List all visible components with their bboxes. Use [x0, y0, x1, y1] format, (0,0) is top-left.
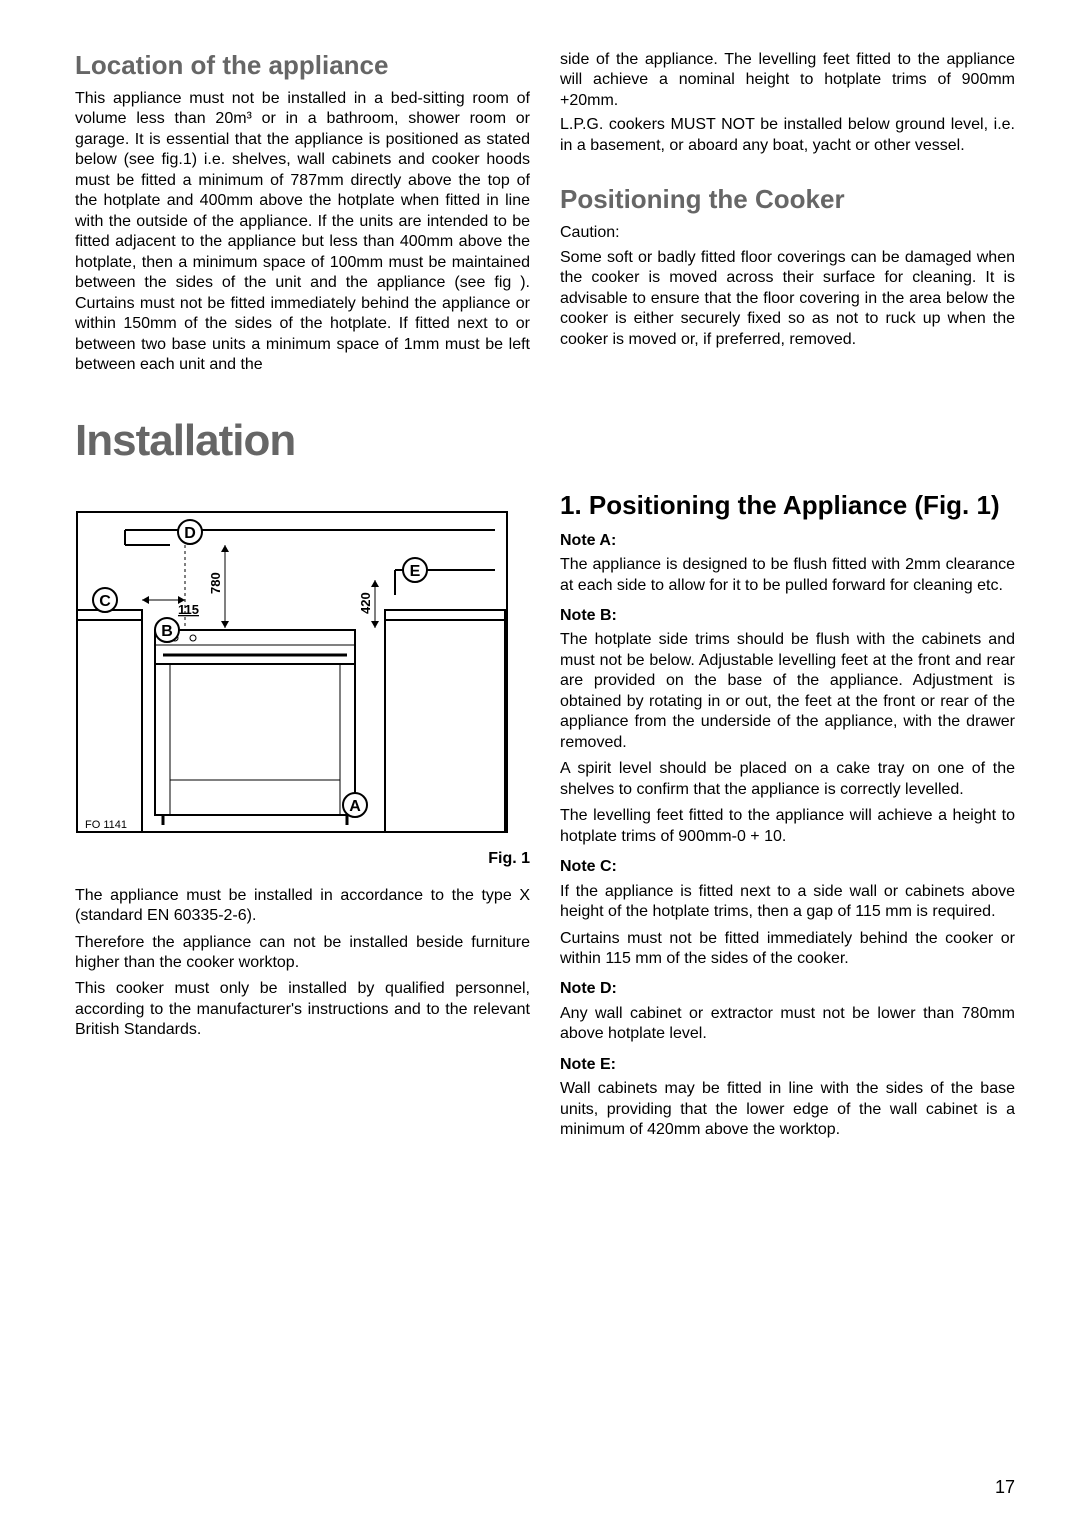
positioning-heading: Positioning the Cooker [560, 184, 1015, 215]
left-bottom-p2: Therefore the appliance can not be insta… [75, 933, 530, 974]
note-c-body-2: Curtains must not be fitted immediately … [560, 929, 1015, 970]
note-b-body-3: The levelling feet fitted to the applian… [560, 806, 1015, 847]
svg-text:FO 1141: FO 1141 [85, 819, 127, 831]
note-e-body: Wall cabinets may be fitted in line with… [560, 1079, 1015, 1140]
left-column-bottom: D E C [75, 490, 530, 1145]
note-a-heading: Note A: [560, 531, 1015, 551]
note-d-body: Any wall cabinet or extractor must not b… [560, 1004, 1015, 1045]
right-body-3: Some soft or badly fitted floor covering… [560, 248, 1015, 350]
note-c-heading: Note C: [560, 857, 1015, 877]
note-e-heading: Note E: [560, 1055, 1015, 1075]
positioning-appliance-heading: 1. Positioning the Appliance (Fig. 1) [560, 490, 1015, 521]
svg-text:C: C [99, 593, 111, 610]
figure-1: D E C [75, 510, 530, 868]
left-column-top: Location of the appliance This appliance… [75, 50, 530, 380]
location-heading: Location of the appliance [75, 50, 530, 81]
left-bottom-p1: The appliance must be installed in accor… [75, 886, 530, 927]
svg-text:115: 115 [178, 602, 199, 617]
location-body: This appliance must not be installed in … [75, 89, 530, 376]
svg-text:A: A [349, 798, 361, 815]
note-b-heading: Note B: [560, 606, 1015, 626]
svg-text:D: D [184, 525, 196, 542]
note-b-body-2: A spirit level should be placed on a cak… [560, 759, 1015, 800]
right-column-bottom: 1. Positioning the Appliance (Fig. 1) No… [560, 490, 1015, 1145]
note-d-heading: Note D: [560, 979, 1015, 999]
svg-text:E: E [410, 563, 421, 580]
note-a-body: The appliance is designed to be flush fi… [560, 555, 1015, 596]
left-bottom-p3: This cooker must only be installed by qu… [75, 979, 530, 1040]
right-body-2: L.P.G. cookers MUST NOT be installed bel… [560, 115, 1015, 156]
svg-text:420: 420 [358, 592, 373, 614]
svg-text:780: 780 [208, 572, 223, 594]
page-number: 17 [995, 1477, 1015, 1498]
right-column-top: side of the appliance. The levelling fee… [560, 50, 1015, 380]
figure-caption: Fig. 1 [488, 850, 530, 868]
caution-label: Caution: [560, 223, 1015, 243]
svg-text:B: B [161, 623, 173, 640]
installation-heading: Installation [75, 416, 1015, 466]
note-b-body-1: The hotplate side trims should be flush … [560, 630, 1015, 753]
right-body-1: side of the appliance. The levelling fee… [560, 50, 1015, 111]
note-c-body-1: If the appliance is fitted next to a sid… [560, 882, 1015, 923]
